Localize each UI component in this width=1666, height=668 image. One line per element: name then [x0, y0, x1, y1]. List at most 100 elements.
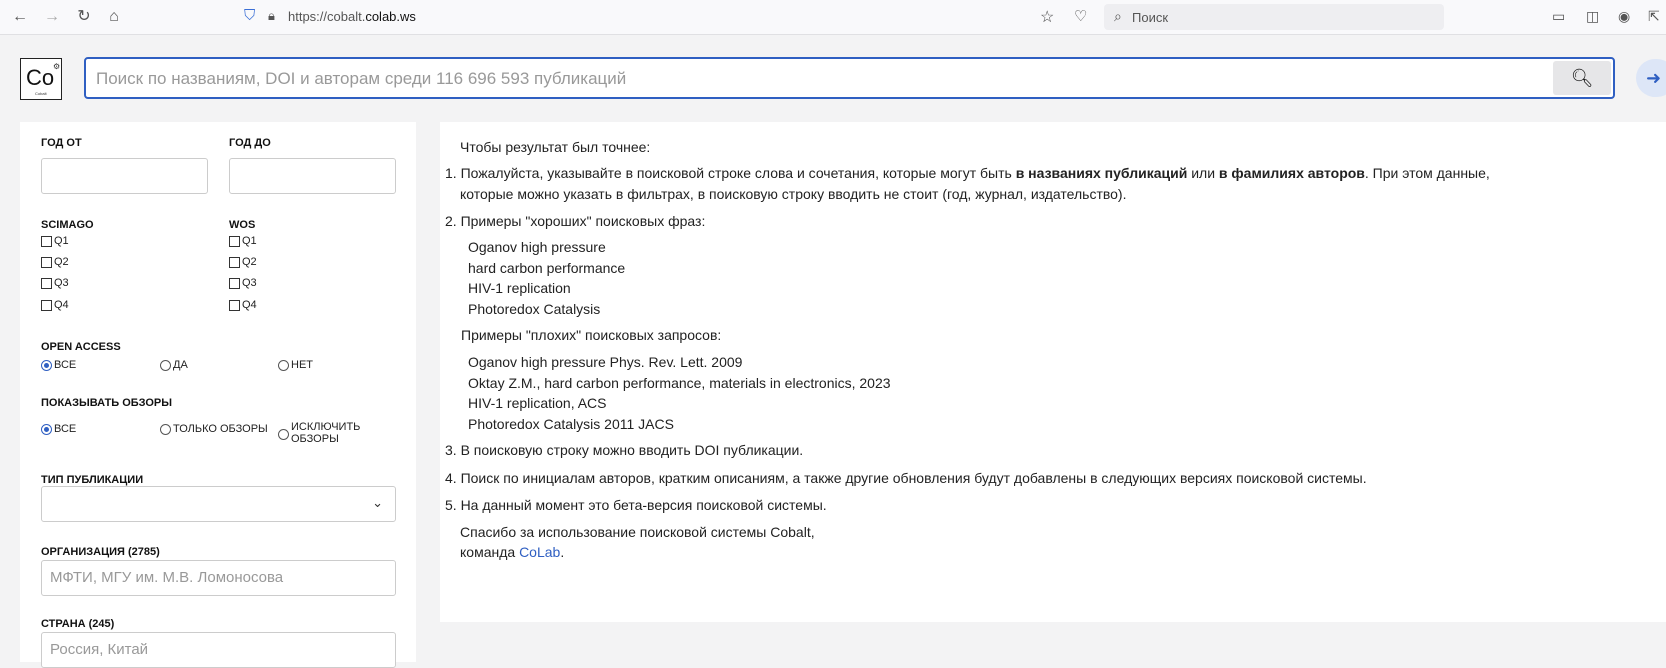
radio-label-line2: ОБЗОРЫ	[291, 433, 339, 445]
main-search-input[interactable]	[94, 65, 1538, 93]
checkbox-label: Q4	[54, 299, 69, 311]
lock-icon[interactable]: 🔒︎	[268, 8, 282, 24]
url-text[interactable]: https://cobalt.colab.ws	[288, 9, 416, 24]
extensions-icon[interactable]: ⇱	[1648, 8, 1660, 25]
browser-toolbar: ← → ↻ ⌂ ⛉ 🔒︎ https://cobalt.colab.ws ☆ ♡…	[0, 0, 1666, 35]
pub-type-label: ТИП ПУБЛИКАЦИИ	[41, 474, 144, 486]
bad-example: Photoredox Catalysis 2011 JACS	[468, 416, 674, 432]
home-icon[interactable]: ⌂	[104, 7, 124, 27]
wos-q4-checkbox[interactable]: Q4	[229, 299, 257, 311]
scimago-q4-checkbox[interactable]: Q4	[41, 299, 69, 311]
bad-examples-intro: Примеры "плохих" поисковых запросов:	[461, 327, 722, 343]
checkbox-label: Q3	[242, 277, 257, 289]
open-access-no-radio[interactable]: НЕТ	[278, 359, 313, 371]
organization-label: ОРГАНИЗАЦИЯ (2785)	[41, 546, 160, 558]
help-text: 1. Пожалуйста, указывайте в поисковой ст…	[445, 165, 1016, 181]
year-to-label: ГОД ДО	[229, 137, 271, 149]
reviews-exclude-radio[interactable]: ИСКЛЮЧИТЬ ОБЗОРЫ	[278, 421, 361, 445]
help-text: . При этом данные,	[1364, 165, 1490, 181]
checkbox-label: Q1	[242, 235, 257, 247]
logo-subtext: Cobalt	[35, 91, 47, 96]
team-line: команда CoLab.	[460, 544, 564, 560]
good-example-link[interactable]: hard carbon performance	[468, 260, 625, 276]
team-prefix: команда	[460, 544, 520, 560]
checkbox-label: Q2	[242, 256, 257, 268]
reviews-all-radio[interactable]: ВСЕ	[41, 423, 76, 435]
bad-example: HIV-1 replication, ACS	[468, 395, 607, 411]
sidebar-icon[interactable]: ◫	[1586, 8, 1599, 25]
cobalt-logo[interactable]: Co ⚙ Cobalt	[20, 58, 62, 100]
checkbox-label: Q4	[242, 299, 257, 311]
help-point-5: 5. На данный момент это бета-версия поис…	[445, 497, 827, 513]
address-bar[interactable]: ⛉ 🔒︎ https://cobalt.colab.ws	[240, 4, 1080, 30]
scimago-q2-checkbox[interactable]: Q2	[41, 256, 69, 268]
logo-mark-icon: ⚙	[53, 62, 61, 71]
radio-label-line1: ИСКЛЮЧИТЬ	[291, 421, 361, 433]
pub-type-select[interactable]: ⌄	[41, 486, 396, 522]
bad-example: Oktay Z.M., hard carbon performance, mat…	[468, 375, 891, 391]
back-icon[interactable]: ←	[10, 7, 30, 27]
wos-q3-checkbox[interactable]: Q3	[229, 277, 257, 289]
scimago-q3-checkbox[interactable]: Q3	[41, 277, 69, 289]
help-text: или	[1187, 165, 1219, 181]
login-button[interactable]: ➜	[1636, 59, 1666, 97]
help-bold-text: в фамилиях авторов	[1218, 165, 1365, 181]
search-button[interactable]: 🔍︎	[1553, 61, 1611, 95]
help-point-3: 3. В поисковую строку можно вводить DOI …	[445, 442, 804, 458]
account-icon[interactable]: ◉	[1618, 8, 1630, 25]
main-search-box: 🔍︎	[84, 57, 1615, 99]
logo-text: Co	[26, 65, 55, 90]
scimago-label: SCIMAGO	[41, 219, 94, 231]
search-icon: 🔍︎	[1570, 68, 1594, 88]
help-point-2: 2. Примеры "хороших" поисковых фраз:	[445, 213, 706, 229]
browser-search-box[interactable]: ⌕ Поиск	[1104, 4, 1444, 30]
radio-label: ТОЛЬКО ОБЗОРЫ	[173, 423, 268, 435]
team-suffix: .	[560, 544, 565, 560]
good-example-link[interactable]: HIV-1 replication	[468, 280, 571, 296]
filters-panel: ГОД ОТ ГОД ДО SCIMAGO WOS Q1 Q2 Q3 Q4 Q1…	[20, 122, 416, 668]
radio-label: ВСЕ	[54, 359, 77, 371]
organization-input[interactable]: МФТИ, МГУ им. М.В. Ломоносова	[41, 560, 396, 596]
help-point-4: 4. Поиск по инициалам авторов, кратким о…	[445, 470, 1367, 486]
search-icon: ⌕	[1114, 8, 1122, 24]
help-bold-text: в названиях публикаций	[1015, 165, 1188, 181]
app-header: Co ⚙ Cobalt 🔍︎ ➜	[0, 35, 1666, 115]
open-access-all-radio[interactable]: ВСЕ	[41, 359, 76, 371]
checkbox-label: Q3	[54, 277, 69, 289]
thanks-text: Спасибо за использование поисковой систе…	[460, 524, 815, 540]
reload-icon[interactable]: ↻	[74, 7, 94, 27]
pocket-icon[interactable]: ♡	[1074, 7, 1087, 25]
reviews-label: ПОКАЗЫВАТЬ ОБЗОРЫ	[41, 397, 172, 409]
checkbox-label: Q2	[54, 256, 69, 268]
year-from-input[interactable]	[41, 158, 208, 194]
bad-example: Oganov high pressure Phys. Rev. Lett. 20…	[468, 354, 743, 370]
open-access-label: OPEN ACCESS	[41, 341, 121, 353]
scimago-q1-checkbox[interactable]: Q1	[41, 235, 69, 247]
shield-icon[interactable]: ⛉	[244, 8, 258, 24]
forward-icon[interactable]: →	[42, 7, 62, 27]
help-point-1: 1. Пожалуйста, указывайте в поисковой ст…	[445, 165, 1490, 181]
year-to-input[interactable]	[229, 158, 396, 194]
radio-label: ВСЕ	[54, 423, 77, 435]
login-icon: ➜	[1646, 68, 1662, 88]
checkbox-label: Q1	[54, 235, 69, 247]
good-example-link[interactable]: Photoredox Catalysis	[468, 301, 600, 317]
year-from-label: ГОД ОТ	[41, 137, 82, 149]
bookmark-star-icon[interactable]: ☆	[1040, 7, 1054, 27]
country-input[interactable]: Россия, Китай	[41, 632, 396, 668]
radio-label: НЕТ	[291, 359, 313, 371]
browser-search-placeholder: Поиск	[1132, 10, 1169, 25]
radio-label: ДА	[173, 359, 188, 371]
country-label: СТРАНА (245)	[41, 618, 115, 630]
open-access-yes-radio[interactable]: ДА	[160, 359, 188, 371]
colab-link[interactable]: CoLab	[519, 544, 560, 560]
wos-q2-checkbox[interactable]: Q2	[229, 256, 257, 268]
help-intro: Чтобы результат был точнее:	[460, 139, 651, 155]
wos-label: WOS	[229, 219, 256, 231]
wos-q1-checkbox[interactable]: Q1	[229, 235, 257, 247]
help-point-1-line2: которые можно указать в фильтрах, в поис…	[460, 186, 1127, 202]
screenshot-icon[interactable]: ▭	[1552, 8, 1565, 25]
reviews-only-radio[interactable]: ТОЛЬКО ОБЗОРЫ	[160, 423, 268, 435]
good-example-link[interactable]: Oganov high pressure	[468, 239, 606, 255]
search-help-panel: Чтобы результат был точнее: 1. Пожалуйст…	[440, 122, 1666, 622]
